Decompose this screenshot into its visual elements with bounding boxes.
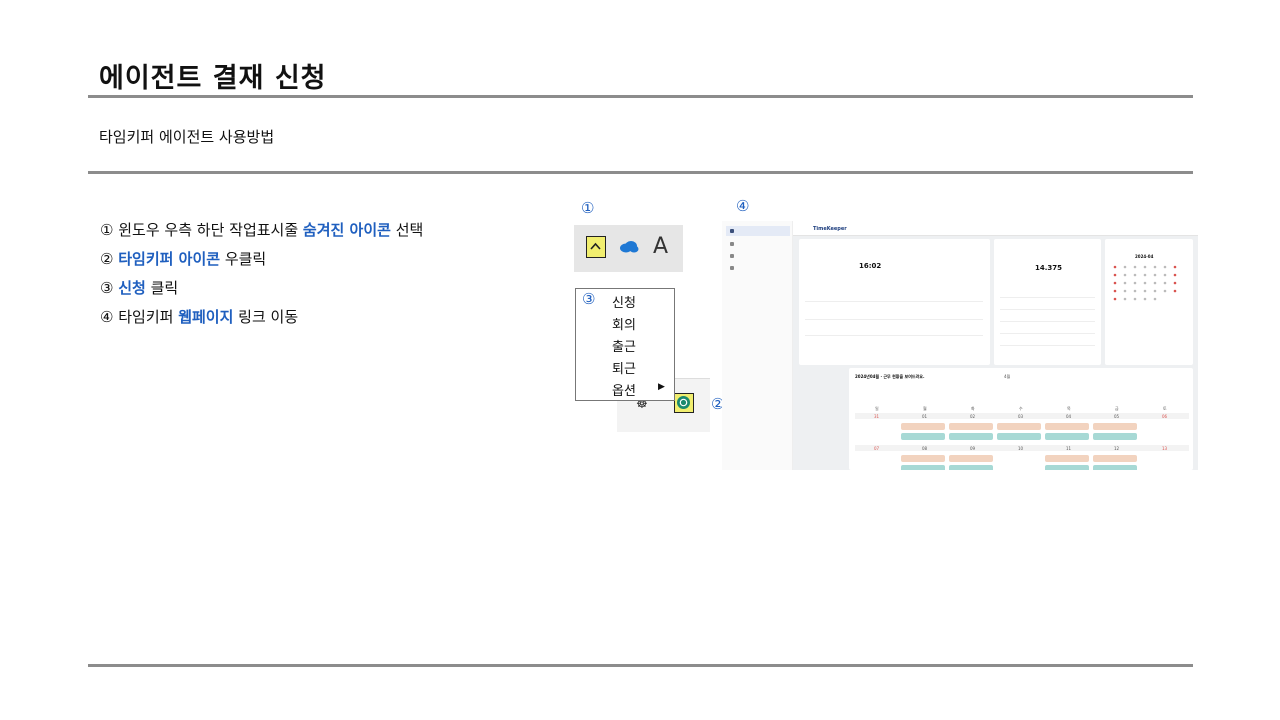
attendance-card: 16:02 xyxy=(799,239,990,365)
work-pill[interactable] xyxy=(949,455,993,462)
step-text: 윈도우 우측 하단 작업표시줄 xyxy=(118,221,303,239)
step-4: ④ 타임키퍼 웹페이지 링크 이동 xyxy=(100,303,423,332)
board-month: 4월 xyxy=(1004,374,1011,379)
tray-context-menu: ③ 신청 회의 출근 퇴근 옵션 ▶ xyxy=(575,288,675,401)
day-cell: 03 xyxy=(1018,414,1024,419)
day-cell: 11 xyxy=(1066,446,1072,451)
menu-item-apply[interactable]: 신청 xyxy=(612,292,636,311)
step-number: ② xyxy=(100,250,114,268)
submenu-arrow-icon: ▶ xyxy=(658,382,665,392)
step-text: 선택 xyxy=(390,221,424,239)
work-pill[interactable] xyxy=(1045,455,1089,462)
work-pill[interactable] xyxy=(997,423,1041,430)
marker-4: ④ xyxy=(736,197,750,215)
work-pill[interactable] xyxy=(901,465,945,470)
work-pill[interactable] xyxy=(1045,433,1089,440)
day-cell: 05 xyxy=(1114,414,1120,419)
marker-3: ③ xyxy=(582,290,596,308)
work-pill[interactable] xyxy=(949,433,993,440)
chevron-up-icon xyxy=(590,242,601,250)
marker-1: ① xyxy=(581,199,595,217)
web-logo: TimeKeeper xyxy=(813,226,847,232)
step-highlight: 타임키퍼 아이콘 xyxy=(118,250,221,268)
weekday: 월 xyxy=(923,406,927,411)
weekday: 일 xyxy=(875,406,879,411)
work-pill[interactable] xyxy=(1045,465,1089,470)
step-text: 링크 이동 xyxy=(233,308,299,326)
day-cell: 06 xyxy=(1162,414,1168,419)
work-pill[interactable] xyxy=(949,465,993,470)
work-pill[interactable] xyxy=(1093,433,1137,440)
step-number: ④ xyxy=(100,308,114,326)
work-pill[interactable] xyxy=(1093,465,1137,470)
work-pill[interactable] xyxy=(901,455,945,462)
clock-time: 16:02 xyxy=(859,262,882,270)
page-subtitle: 타임키퍼 에이전트 사용방법 xyxy=(99,128,275,146)
step-text: 클릭 xyxy=(145,279,179,297)
work-board: 2024년04월 · 근무 현황을 보여드려요. 4월 일 월 화 수 목 금 … xyxy=(849,368,1193,470)
day-cell: 02 xyxy=(970,414,976,419)
day-cell: 07 xyxy=(874,446,880,451)
day-cell: 08 xyxy=(922,446,928,451)
weekday: 수 xyxy=(1019,406,1023,411)
timekeeper-tray-icon[interactable] xyxy=(674,393,694,413)
step-text: 우클릭 xyxy=(220,250,267,268)
day-cell: 01 xyxy=(922,414,928,419)
step-1: ① 윈도우 우측 하단 작업표시줄 숨겨진 아이콘 선택 xyxy=(100,216,423,245)
weekday: 화 xyxy=(971,406,975,411)
timekeeper-logo-icon xyxy=(677,396,690,409)
web-header: TimeKeeper xyxy=(793,221,1198,236)
work-pill[interactable] xyxy=(1093,455,1137,462)
day-cell: 12 xyxy=(1114,446,1120,451)
onedrive-cloud-icon[interactable] xyxy=(619,240,639,253)
menu-item-meeting[interactable]: 회의 xyxy=(612,314,636,333)
work-pill[interactable] xyxy=(997,433,1041,440)
sidebar-item[interactable] xyxy=(726,251,790,261)
day-cell: 13 xyxy=(1162,446,1168,451)
web-sidebar xyxy=(722,221,793,470)
weekday: 목 xyxy=(1067,406,1071,411)
weekday: 토 xyxy=(1163,406,1167,411)
web-main: TimeKeeper 16:02 14.375 2024-04 2024년04월… xyxy=(793,221,1198,470)
board-title: 2024년04월 · 근무 현황을 보여드려요. xyxy=(855,374,925,379)
subtitle-divider xyxy=(88,171,1193,174)
sidebar-item[interactable] xyxy=(726,263,790,273)
steps-list: ① 윈도우 우측 하단 작업표시줄 숨겨진 아이콘 선택 ② 타임키퍼 아이콘 … xyxy=(100,216,423,332)
leave-card: 14.375 xyxy=(994,239,1101,365)
menu-item-clock-out[interactable]: 퇴근 xyxy=(612,358,636,377)
step-highlight: 숨겨진 아이콘 xyxy=(302,221,391,239)
weekday: 금 xyxy=(1115,406,1119,411)
step-number: ③ xyxy=(100,279,114,297)
show-hidden-icons-button[interactable] xyxy=(586,236,606,258)
sidebar-item[interactable] xyxy=(726,226,790,236)
day-cell: 31 xyxy=(874,414,880,419)
taskbar-tray: A xyxy=(574,225,683,272)
title-divider xyxy=(88,95,1193,98)
work-pill[interactable] xyxy=(949,423,993,430)
page-title: 에이전트 결재 신청 xyxy=(99,63,327,94)
work-pill[interactable] xyxy=(1045,423,1089,430)
sidebar-item[interactable] xyxy=(726,239,790,249)
footer-divider xyxy=(88,664,1193,667)
menu-item-clock-in[interactable]: 출근 xyxy=(612,336,636,355)
mini-calendar xyxy=(1113,265,1177,301)
step-highlight: 신청 xyxy=(118,279,146,297)
calendar-card: 2024-04 xyxy=(1105,239,1193,365)
step-text: 타임키퍼 xyxy=(118,308,179,326)
day-cell: 04 xyxy=(1066,414,1072,419)
work-pill[interactable] xyxy=(1093,423,1137,430)
timekeeper-webpage-screenshot: TimeKeeper 16:02 14.375 2024-04 2024년04월… xyxy=(722,221,1198,470)
input-language-indicator[interactable]: A xyxy=(653,234,668,259)
step-number: ① xyxy=(100,221,114,239)
work-pill[interactable] xyxy=(901,433,945,440)
day-cell: 09 xyxy=(970,446,976,451)
step-2: ② 타임키퍼 아이콘 우클릭 xyxy=(100,245,423,274)
leave-amount: 14.375 xyxy=(1035,264,1063,272)
work-pill[interactable] xyxy=(901,423,945,430)
day-cell: 10 xyxy=(1018,446,1024,451)
calendar-month: 2024-04 xyxy=(1135,254,1154,259)
menu-item-options[interactable]: 옵션 xyxy=(612,380,636,399)
step-3: ③ 신청 클릭 xyxy=(100,274,423,303)
step-highlight: 웹페이지 xyxy=(178,308,234,326)
